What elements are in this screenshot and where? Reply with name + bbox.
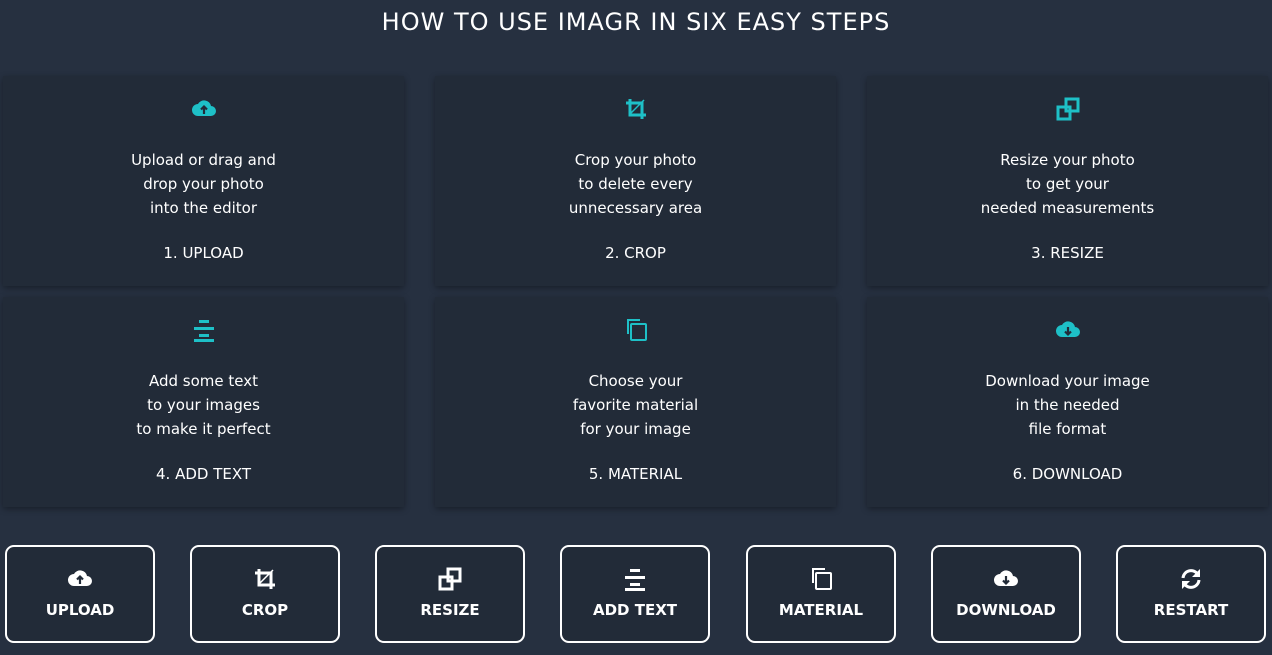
resize-button[interactable]: RESIZE xyxy=(375,545,525,643)
step-card-crop: Crop your photo to delete every unnecessar… xyxy=(435,76,836,286)
button-label: RESTART xyxy=(1153,601,1229,619)
copy-icon xyxy=(435,317,836,343)
cloud-download-icon xyxy=(867,317,1268,343)
crop-icon xyxy=(435,96,836,122)
text-align-center-icon xyxy=(562,566,708,592)
step-card-resize: Resize your photo to get your needed measu… xyxy=(867,76,1268,286)
button-label: CROP xyxy=(241,601,289,619)
upload-button[interactable]: UPLOAD xyxy=(5,545,155,643)
step-card-material: Choose your favorite material for your ima… xyxy=(435,297,836,507)
material-button[interactable]: MATERIAL xyxy=(746,545,896,643)
step-description: Download your image in the needed file for… xyxy=(985,372,1150,438)
step-description: Add some text to your images to make it pe… xyxy=(136,372,271,438)
step-label: 4. ADD TEXT xyxy=(155,465,252,483)
step-label: 3. RESIZE xyxy=(1031,244,1104,262)
refresh-icon xyxy=(1118,566,1264,592)
step-description: Choose your favorite material for your ima… xyxy=(572,372,699,438)
cloud-upload-icon xyxy=(3,96,404,122)
step-label: 6. DOWNLOAD xyxy=(1012,465,1123,483)
text-align-center-icon xyxy=(3,317,404,343)
step-card-add-text: Add some text to your images to make it pe… xyxy=(3,297,404,507)
step-description: Resize your photo to get your needed measu… xyxy=(980,151,1155,217)
step-label: 1. UPLOAD xyxy=(163,244,244,262)
step-card-upload: Upload or drag and drop your photo into th… xyxy=(3,76,404,286)
step-description: Crop your photo to delete every unnecessar… xyxy=(568,151,703,217)
step-description: Upload or drag and drop your photo into th… xyxy=(131,151,276,217)
resize-icon xyxy=(867,96,1268,122)
step-label: 2. CROP xyxy=(605,244,666,262)
crop-icon xyxy=(192,566,338,592)
button-label: UPLOAD xyxy=(45,601,115,619)
step-card-download: Download your image in the needed file for… xyxy=(867,297,1268,507)
add-text-button[interactable]: ADD TEXT xyxy=(560,545,710,643)
button-label: DOWNLOAD xyxy=(956,601,1056,619)
restart-button[interactable]: RESTART xyxy=(1116,545,1266,643)
page-title: HOW TO USE IMAGR IN SIX EASY STEPS xyxy=(381,8,891,36)
button-label: MATERIAL xyxy=(778,601,864,619)
resize-icon xyxy=(377,566,523,592)
download-button[interactable]: DOWNLOAD xyxy=(931,545,1081,643)
step-label: 5. MATERIAL xyxy=(588,465,683,483)
cloud-download-icon xyxy=(933,566,1079,592)
cloud-upload-icon xyxy=(7,566,153,592)
button-label: ADD TEXT xyxy=(592,601,677,619)
button-label: RESIZE xyxy=(420,601,480,619)
crop-button[interactable]: CROP xyxy=(190,545,340,643)
copy-icon xyxy=(748,566,894,592)
